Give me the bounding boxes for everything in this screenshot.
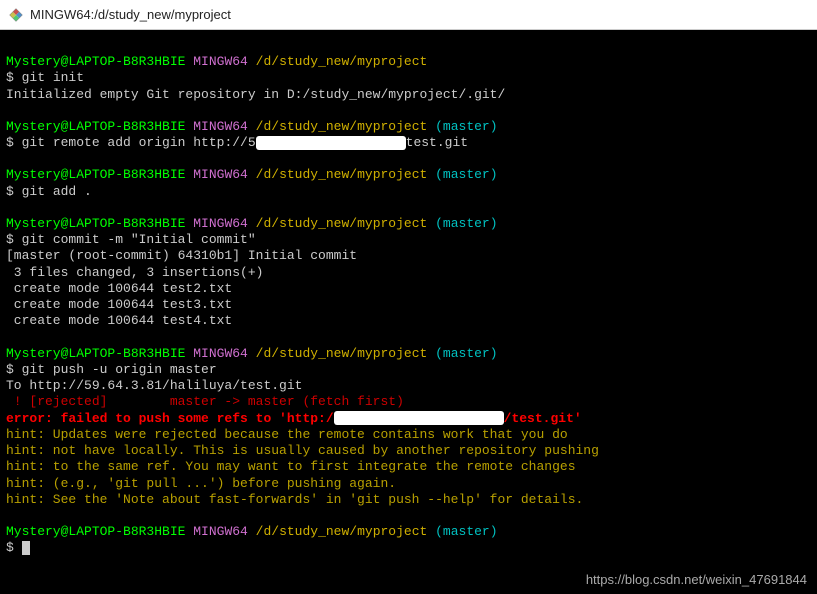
command-line: $ git init <box>6 70 811 86</box>
output-hint: hint: See the 'Note about fast-forwards'… <box>6 492 811 508</box>
titlebar-title: MINGW64:/d/study_new/myproject <box>30 7 231 22</box>
output-commit: create mode 100644 test2.txt <box>6 281 811 297</box>
output-rejected: ! [rejected] master -> master (fetch fir… <box>6 394 811 410</box>
prompt-line: Mystery@LAPTOP-B8R3HBIE MINGW64 /d/study… <box>6 346 811 362</box>
cmd-git-add: git add . <box>22 184 92 199</box>
prompt-user: Mystery@LAPTOP-B8R3HBIE <box>6 54 185 69</box>
cmd-remote-post: test.git <box>406 135 468 150</box>
output-commit: 3 files changed, 3 insertions(+) <box>6 265 811 281</box>
terminal-window: MINGW64:/d/study_new/myproject Mystery@L… <box>0 0 817 594</box>
cmd-git-init: git init <box>22 70 84 85</box>
prompt-line: Mystery@LAPTOP-B8R3HBIE MINGW64 /d/study… <box>6 119 811 135</box>
titlebar[interactable]: MINGW64:/d/study_new/myproject <box>0 0 817 30</box>
command-line: $ git push -u origin master <box>6 362 811 378</box>
command-line-active[interactable]: $ <box>6 540 811 556</box>
command-line: $ git commit -m "Initial commit" <box>6 232 811 248</box>
command-line: $ git add . <box>6 184 811 200</box>
prompt-line: Mystery@LAPTOP-B8R3HBIE MINGW64 /d/study… <box>6 524 811 540</box>
output-hint: hint: not have locally. This is usually … <box>6 443 811 459</box>
prompt-mingw: MINGW64 <box>193 54 248 69</box>
app-icon <box>8 7 24 23</box>
output-error: error: failed to push some refs to 'http… <box>6 411 811 427</box>
prompt-branch: (master) <box>435 119 497 134</box>
prompt-line: Mystery@LAPTOP-B8R3HBIE MINGW64 /d/study… <box>6 54 811 70</box>
output-commit: [master (root-commit) 64310b1] Initial c… <box>6 248 811 264</box>
output-init: Initialized empty Git repository in D:/s… <box>6 87 811 103</box>
redacted-url <box>334 411 504 425</box>
output-commit: create mode 100644 test3.txt <box>6 297 811 313</box>
watermark: https://blog.csdn.net/weixin_47691844 <box>586 572 807 588</box>
prompt-line: Mystery@LAPTOP-B8R3HBIE MINGW64 /d/study… <box>6 167 811 183</box>
redacted-url <box>256 136 406 150</box>
cursor <box>22 541 30 555</box>
command-line: $ git remote add origin http://5test.git <box>6 135 811 151</box>
output-push-to: To http://59.64.3.81/haliluya/test.git <box>6 378 811 394</box>
output-hint: hint: (e.g., 'git pull ...') before push… <box>6 476 811 492</box>
terminal-body[interactable]: Mystery@LAPTOP-B8R3HBIE MINGW64 /d/study… <box>0 30 817 594</box>
prompt-line: Mystery@LAPTOP-B8R3HBIE MINGW64 /d/study… <box>6 216 811 232</box>
output-hint: hint: to the same ref. You may want to f… <box>6 459 811 475</box>
cmd-remote-pre: git remote add origin http://5 <box>22 135 256 150</box>
prompt-path: /d/study_new/myproject <box>256 54 428 69</box>
cmd-git-push: git push -u origin master <box>22 362 217 377</box>
output-commit: create mode 100644 test4.txt <box>6 313 811 329</box>
output-hint: hint: Updates were rejected because the … <box>6 427 811 443</box>
cmd-git-commit: git commit -m "Initial commit" <box>22 232 256 247</box>
